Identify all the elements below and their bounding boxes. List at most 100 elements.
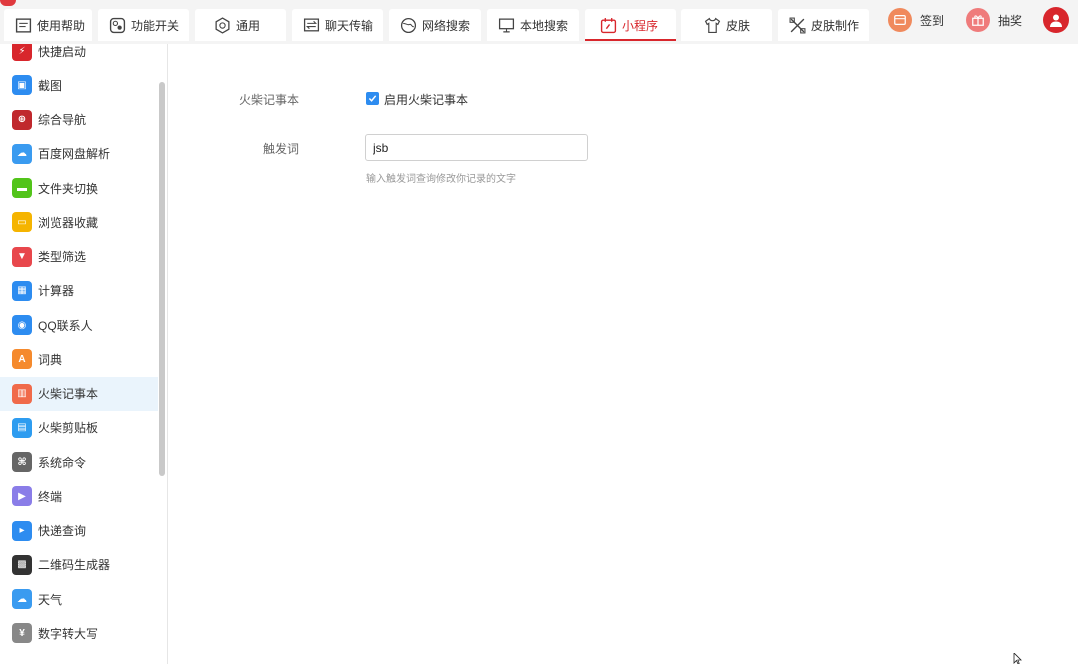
user-avatar[interactable] xyxy=(1043,7,1069,33)
sidebar-item-icon: ⌘ xyxy=(12,452,32,472)
settings-panel: 火柴记事本 启用火柴记事本 触发词 输入触发词查询修改你记录的文字 xyxy=(169,44,1078,664)
trigger-word-hint: 输入触发词查询修改你记录的文字 xyxy=(366,174,516,185)
sidebar-item[interactable]: A 词典 xyxy=(0,342,158,376)
sidebar-item-icon: ⊕ xyxy=(12,109,32,130)
sidebar-item-label: 系统命令 xyxy=(38,455,87,470)
sidebar-item[interactable]: ¥ 数字转大写 xyxy=(0,616,158,650)
tab-chat-transfer[interactable]: 聊天传输 xyxy=(292,9,383,41)
lottery-button[interactable]: 抽奖 xyxy=(966,7,1022,33)
gear-icon xyxy=(213,16,231,34)
tab-mini-program[interactable]: 小程序 xyxy=(585,9,676,41)
sidebar-item-label: 火柴剪贴板 xyxy=(38,421,99,436)
help-doc-icon xyxy=(14,16,32,34)
signin-button[interactable]: 签到 xyxy=(888,7,944,33)
sidebar-item[interactable]: ◉ QQ联系人 xyxy=(0,308,158,342)
enable-checkbox[interactable] xyxy=(366,92,379,105)
user-icon xyxy=(1050,14,1062,27)
sidebar-item-label: 浏览器收藏 xyxy=(38,215,99,230)
sidebar-item-label: 快捷启动 xyxy=(38,44,87,59)
sidebar-item-label: 综合导航 xyxy=(38,113,87,127)
sidebar-item[interactable]: ▸ 快递查询 xyxy=(0,514,158,548)
sidebar-item-icon: ▩ xyxy=(12,554,32,575)
tab-general[interactable]: 通用 xyxy=(195,9,286,41)
sidebar-item[interactable]: ▶ 终端 xyxy=(0,479,158,513)
tab-help[interactable]: 使用帮助 xyxy=(4,9,92,41)
globe-icon xyxy=(399,16,417,34)
tab-local-search-label: 本地搜索 xyxy=(520,18,569,33)
sidebar-item-label: 数字转大写 xyxy=(38,626,99,641)
tools-icon xyxy=(788,16,806,34)
app-window: 使用帮助 功能开关 通用 聊天传输 网络搜索 本地搜索 小程序 皮肤 皮肤制作 … xyxy=(0,0,1078,664)
tab-feature-switch[interactable]: 功能开关 xyxy=(98,9,189,41)
tab-chat-transfer-label: 聊天传输 xyxy=(325,18,374,33)
tab-mini-program-label: 小程序 xyxy=(622,18,659,33)
tab-skin[interactable]: 皮肤 xyxy=(681,9,772,41)
sidebar-item-icon: ▬ xyxy=(12,178,32,198)
signin-icon xyxy=(888,8,912,32)
sidebar-item[interactable]: ⌘ 系统命令 xyxy=(0,445,158,479)
enable-checkbox-label[interactable]: 启用火柴记事本 xyxy=(384,91,468,108)
sidebar-item-label: 词典 xyxy=(38,352,63,367)
app-logo xyxy=(0,0,16,6)
sidebar-item[interactable]: ▼ 类型筛选 xyxy=(0,240,158,274)
tab-general-label: 通用 xyxy=(236,18,261,33)
sidebar-item-icon: ▤ xyxy=(12,417,32,438)
mouse-cursor-icon xyxy=(1013,653,1022,664)
sidebar-item-icon: ▦ xyxy=(12,280,32,301)
monitor-icon xyxy=(497,16,515,34)
tab-skin-label: 皮肤 xyxy=(726,18,751,33)
tab-web-search-label: 网络搜索 xyxy=(422,18,471,33)
sidebar-item-label: 终端 xyxy=(38,489,63,504)
sidebar-item[interactable]: ☁ 百度网盘解析 xyxy=(0,137,158,171)
shirt-icon xyxy=(703,16,721,34)
tab-local-search[interactable]: 本地搜索 xyxy=(487,9,579,41)
trigger-word-input[interactable] xyxy=(365,134,588,161)
sidebar: ⚡ 快捷启动 ▣ 截图 ⊕ 综合导航 ☁ 百度网盘解析 ▬ 文件夹切换 ▭ 浏览器收藏 ▼ 类型筛选 ▦ 计算… xyxy=(0,44,168,664)
sidebar-item-icon: ◉ xyxy=(12,315,32,335)
sidebar-item-icon: A xyxy=(12,349,32,370)
chat-transfer-icon xyxy=(302,16,320,34)
tab-skin-maker-label: 皮肤制作 xyxy=(811,18,860,33)
sidebar-item-icon: ▥ xyxy=(12,383,32,404)
sidebar-item-icon: ☁ xyxy=(12,143,32,164)
sidebar-item-icon: ▭ xyxy=(12,212,32,233)
sidebar-item[interactable]: ▬ 文件夹切换 xyxy=(0,171,158,205)
checkmark-icon xyxy=(368,95,377,102)
sidebar-item-label: 火柴记事本 xyxy=(38,387,99,401)
sidebar-item-label: 快递查询 xyxy=(38,524,87,538)
sidebar-item-label: 百度网盘解析 xyxy=(38,147,111,162)
tab-feature-switch-label: 功能开关 xyxy=(131,18,180,33)
sidebar-item[interactable]: ▣ 截图 xyxy=(0,68,158,102)
sidebar-item[interactable]: ▩ 二维码生成器 xyxy=(0,548,158,582)
sidebar-item-label: 二维码生成器 xyxy=(38,558,111,573)
tab-web-search[interactable]: 网络搜索 xyxy=(389,9,481,41)
sidebar-item-icon: ▣ xyxy=(12,75,32,96)
sidebar-item[interactable]: ▦ 计算器 xyxy=(0,274,158,308)
sidebar-item[interactable]: ⊕ 综合导航 xyxy=(0,103,158,137)
sidebar-item-label: 类型筛选 xyxy=(38,250,87,264)
toggle-icon xyxy=(108,16,126,34)
gift-icon xyxy=(966,8,990,32)
tab-skin-maker[interactable]: 皮肤制作 xyxy=(778,9,869,41)
sidebar-item[interactable]: ⚡ 快捷启动 xyxy=(0,44,158,68)
top-tab-bar: 使用帮助 功能开关 通用 聊天传输 网络搜索 本地搜索 小程序 皮肤 皮肤制作 … xyxy=(0,0,1078,44)
signin-label: 签到 xyxy=(920,13,945,28)
enable-field-label: 火柴记事本 xyxy=(238,93,299,107)
sidebar-item[interactable]: ☁ 天气 xyxy=(0,582,158,616)
trigger-word-label: 触发词 xyxy=(262,142,299,156)
sidebar-item-icon: ¥ xyxy=(12,623,32,644)
sidebar-item[interactable]: ▤ 火柴剪贴板 xyxy=(0,411,158,445)
tab-help-label: 使用帮助 xyxy=(37,18,86,33)
sidebar-item-icon: ▶ xyxy=(12,486,32,507)
sidebar-item-icon: ▼ xyxy=(12,246,32,267)
sidebar-item[interactable]: ▭ 浏览器收藏 xyxy=(0,205,158,239)
sidebar-item[interactable]: ▥ 火柴记事本 xyxy=(0,376,158,411)
sidebar-item-label: 截图 xyxy=(38,78,63,93)
sidebar-item-icon: ▸ xyxy=(12,520,32,541)
lottery-label: 抽奖 xyxy=(998,13,1023,28)
sidebar-scrollbar[interactable] xyxy=(159,82,165,476)
sidebar-item-label: 文件夹切换 xyxy=(38,181,99,196)
sidebar-item-label: QQ联系人 xyxy=(38,318,93,333)
sidebar-item-icon: ⚡ xyxy=(12,44,32,61)
sidebar-item-icon: ☁ xyxy=(12,589,32,609)
